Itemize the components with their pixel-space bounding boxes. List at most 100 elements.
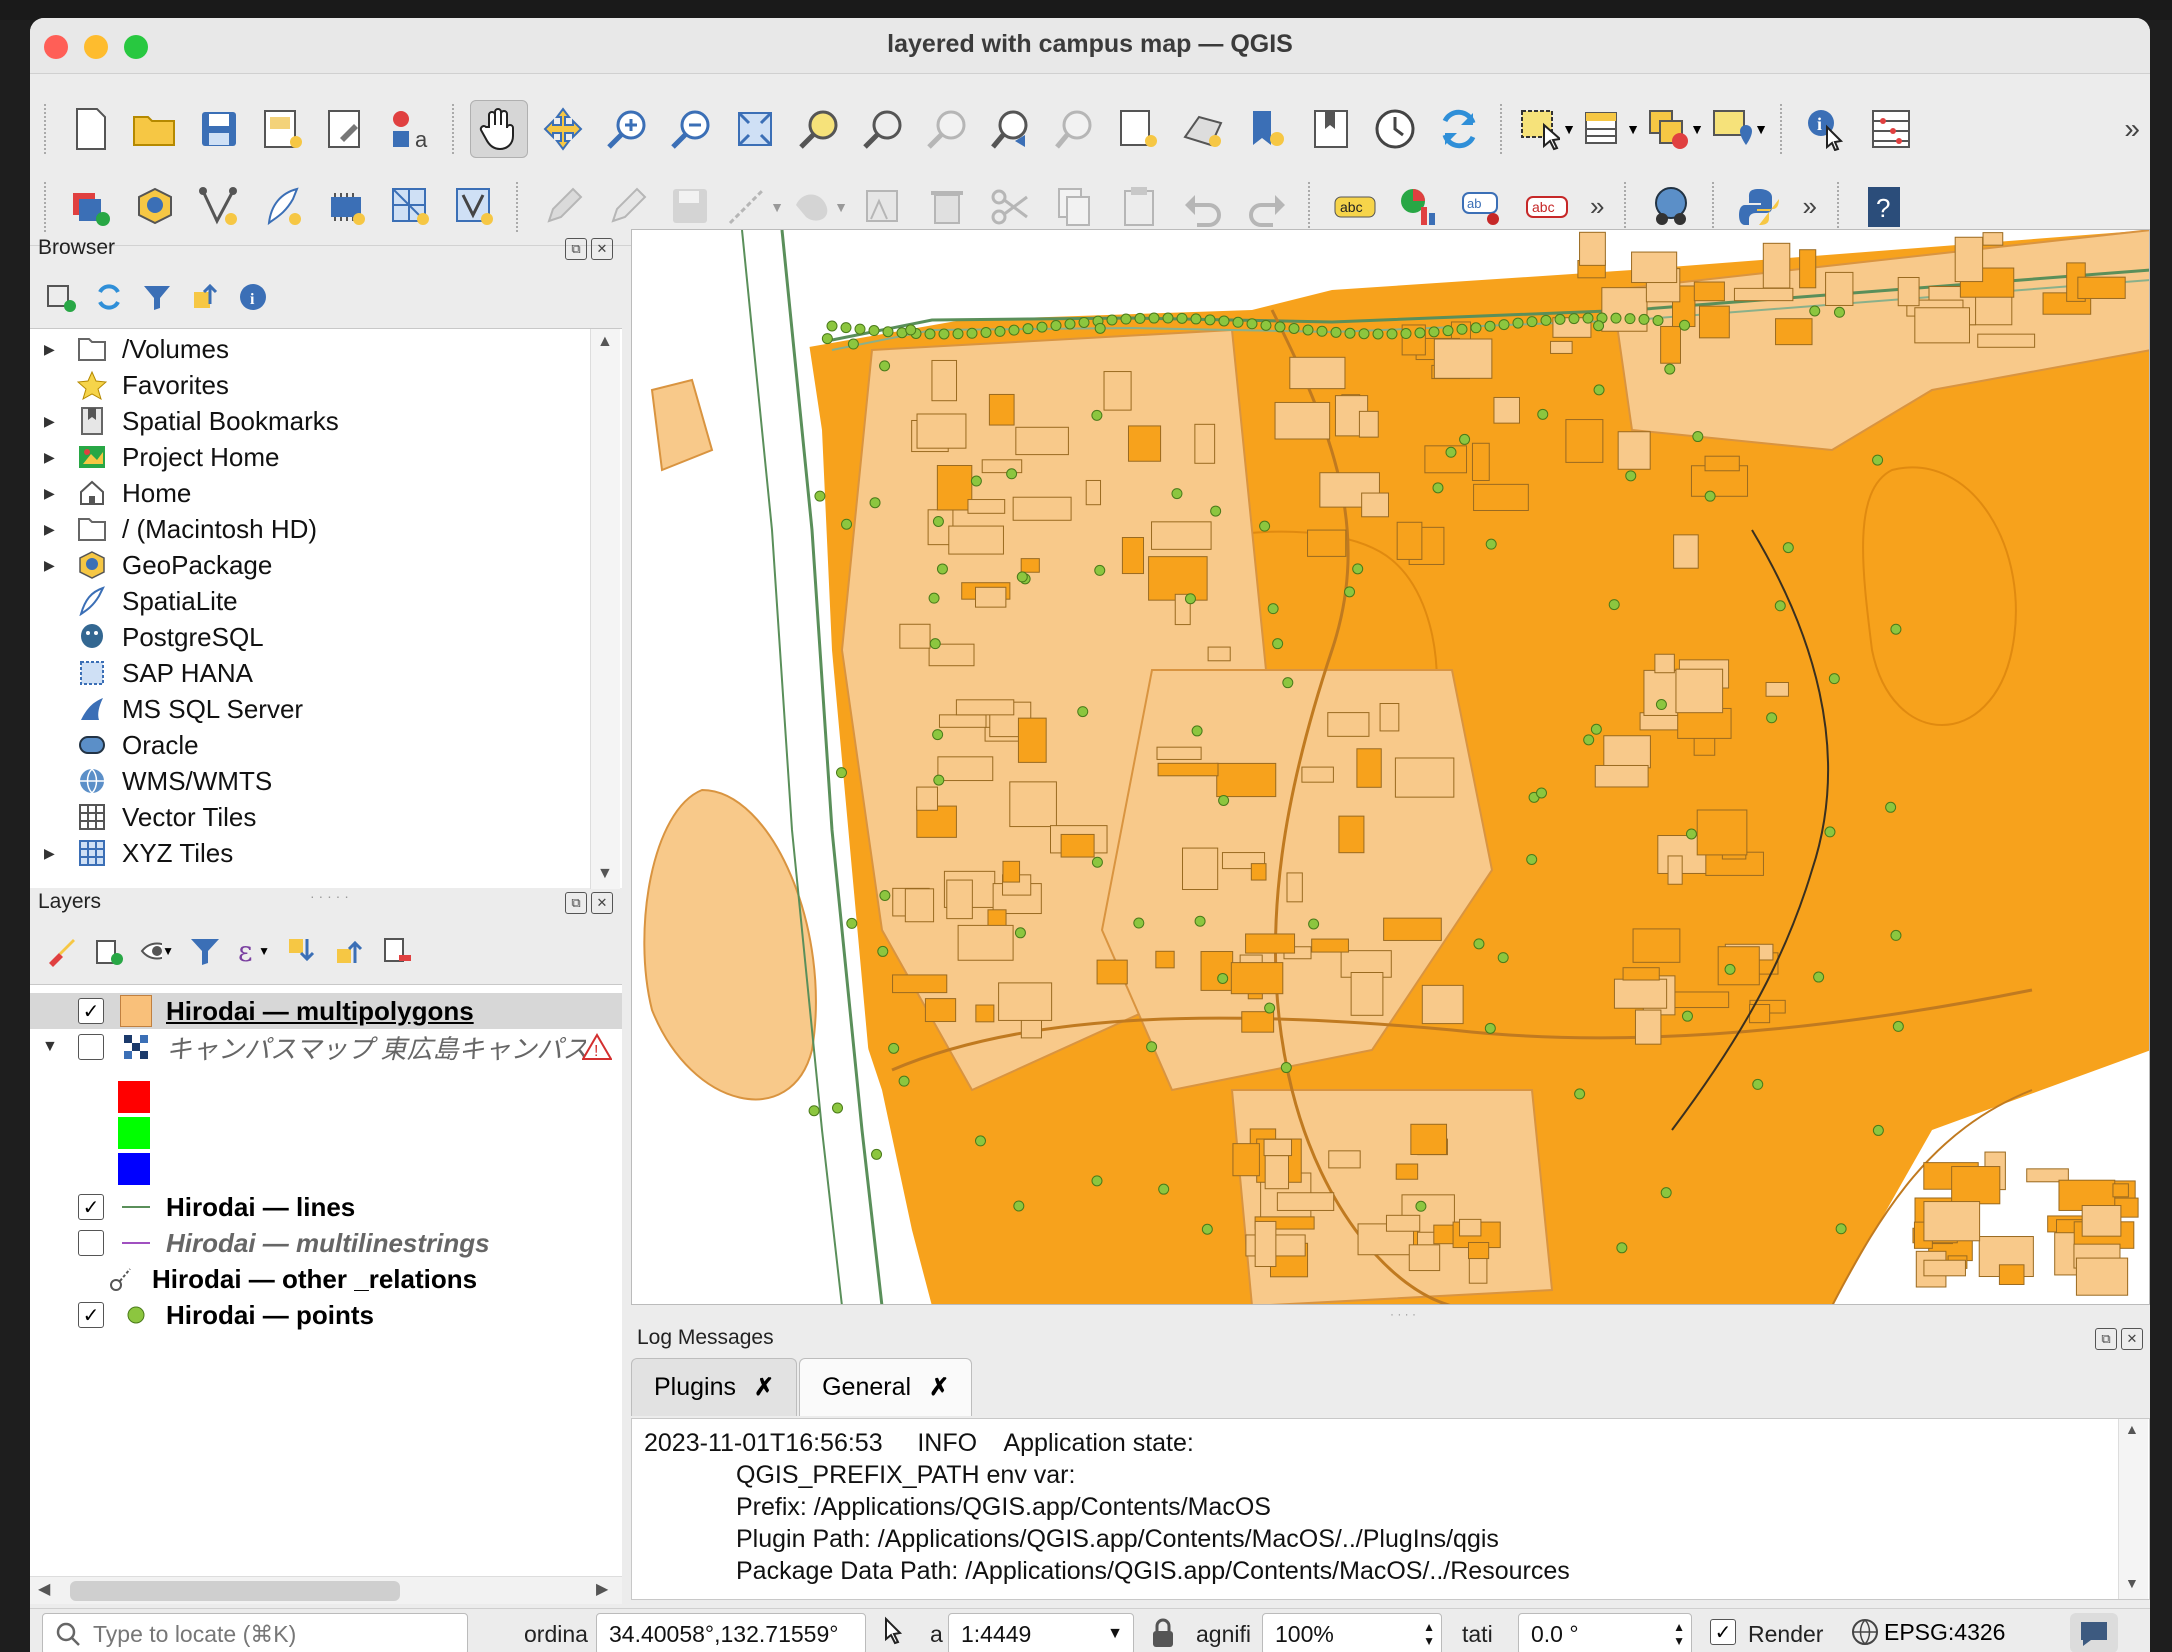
browser-item[interactable]: ▶ Project Home <box>30 439 280 475</box>
new-map-view-button[interactable] <box>1110 100 1168 158</box>
close-panel-icon[interactable]: ✕ <box>2121 1328 2143 1350</box>
show-unplaced-labels-button[interactable]: abc <box>1518 178 1576 236</box>
toolbar-overflow-icon[interactable]: » <box>1802 191 1816 222</box>
browser-item[interactable]: ▶ Home <box>30 475 191 511</box>
expand-arrow-icon[interactable]: ▶ <box>44 485 58 502</box>
save-project-button[interactable] <box>190 100 248 158</box>
style-manager-button[interactable]: a <box>382 100 440 158</box>
layer-row[interactable]: Hirodai — multilinestrings <box>30 1225 490 1261</box>
copy-features-button[interactable] <box>1046 178 1104 236</box>
crs-button[interactable]: EPSG:4326 <box>1850 1617 2005 1647</box>
browser-item[interactable]: PostgreSQL <box>30 619 264 655</box>
zoom-to-layer-button[interactable] <box>854 100 912 158</box>
select-features-button[interactable]: ▼ <box>1518 100 1576 158</box>
lock-scale-button[interactable] <box>1150 1617 1176 1652</box>
layer-row[interactable]: ✓ Hirodai — lines <box>30 1189 355 1225</box>
rotation-spinbox[interactable]: 0.0 ° ▲ ▼ <box>1518 1613 1692 1652</box>
scroll-thumb[interactable] <box>70 1581 400 1601</box>
toolbar-overflow-icon[interactable]: » <box>2124 113 2140 145</box>
layers-horizontal-scrollbar[interactable]: ◀ ▶ <box>30 1576 622 1604</box>
expand-arrow-icon[interactable]: ▶ <box>44 845 58 862</box>
layer-row[interactable]: ▼ キャンパスマップ 東広島キャンパス 2 ! <box>30 1029 612 1065</box>
splitter-handle[interactable]: · · · · · <box>310 888 349 904</box>
browser-item[interactable]: SAP HANA <box>30 655 253 691</box>
label-toolbar-button[interactable]: abc <box>1326 178 1384 236</box>
messages-button[interactable] <box>2070 1613 2118 1652</box>
filter-legend-expression-button[interactable]: ε ▼ <box>236 934 270 968</box>
zoom-last-button[interactable] <box>982 100 1040 158</box>
add-group-button[interactable] <box>92 934 126 968</box>
delete-selected-button[interactable] <box>918 178 976 236</box>
temporal-controller-button[interactable] <box>1366 100 1424 158</box>
new-spatialite-layer-button[interactable] <box>254 178 312 236</box>
layer-visibility-checkbox[interactable] <box>78 1034 104 1060</box>
layer-visibility-checkbox[interactable]: ✓ <box>78 1194 104 1220</box>
cut-features-button[interactable] <box>982 178 1040 236</box>
browser-item[interactable]: MS SQL Server <box>30 691 303 727</box>
close-tab-icon[interactable]: ✗ <box>929 1373 949 1402</box>
browser-item[interactable]: ▶ /Volumes <box>30 331 229 367</box>
layer-row[interactable]: ✓ Hirodai — multipolygons <box>30 993 622 1029</box>
layer-visibility-checkbox[interactable]: ✓ <box>78 998 104 1024</box>
zoom-in-button[interactable] <box>598 100 656 158</box>
render-checkbox[interactable]: ✓ <box>1710 1619 1736 1645</box>
expand-arrow-icon[interactable]: ▼ <box>42 1038 68 1056</box>
remove-layer-button[interactable] <box>380 934 414 968</box>
expand-arrow-icon[interactable]: ▶ <box>44 557 58 574</box>
new-project-button[interactable] <box>62 100 120 158</box>
save-layer-edits-button[interactable] <box>662 178 720 236</box>
zoom-to-selection-button[interactable] <box>790 100 848 158</box>
map-render[interactable] <box>632 230 2150 1305</box>
toolbar-overflow-icon[interactable]: » <box>1590 191 1604 222</box>
browser-item[interactable]: ▶ XYZ Tiles <box>30 835 233 871</box>
current-edits-button[interactable] <box>598 178 656 236</box>
show-bookmarks-button[interactable] <box>1302 100 1360 158</box>
collapse-all-button[interactable] <box>188 280 222 314</box>
add-selected-layers-button[interactable] <box>44 280 78 314</box>
log-text-area[interactable]: 2023-11-01T16:56:53 INFO Application sta… <box>631 1418 2150 1600</box>
layer-row[interactable]: ✓ Hirodai — points <box>30 1297 374 1333</box>
layer-visibility-checkbox[interactable]: ✓ <box>78 1302 104 1328</box>
new-3d-view-button[interactable] <box>1174 100 1232 158</box>
close-tab-icon[interactable]: ✗ <box>754 1373 774 1402</box>
browser-item[interactable]: Vector Tiles <box>30 799 256 835</box>
layer-visibility-checkbox[interactable] <box>78 1230 104 1256</box>
data-source-manager-button[interactable] <box>62 178 120 236</box>
open-layer-styling-button[interactable] <box>44 934 78 968</box>
browser-item[interactable]: SpatiaLite <box>30 583 238 619</box>
scroll-up-icon[interactable]: ▲ <box>2125 1421 2139 1437</box>
properties-button[interactable]: i <box>236 280 270 314</box>
browser-item[interactable]: ▶ Spatial Bookmarks <box>30 403 339 439</box>
field-calculator-button[interactable] <box>1862 100 1920 158</box>
help-button[interactable]: ? <box>1855 178 1913 236</box>
expand-arrow-icon[interactable]: ▶ <box>44 521 58 538</box>
new-mesh-layer-button[interactable] <box>446 178 504 236</box>
float-panel-icon[interactable]: ⧉ <box>2095 1328 2117 1350</box>
browser-item[interactable]: ▶ GeoPackage <box>30 547 272 583</box>
identify-features-button[interactable]: i <box>1798 100 1856 158</box>
browser-item[interactable]: WMS/WMTS <box>30 763 272 799</box>
expand-arrow-icon[interactable]: ▶ <box>44 449 58 466</box>
paste-features-button[interactable] <box>1110 178 1168 236</box>
close-panel-icon[interactable]: ✕ <box>591 238 613 260</box>
filter-legend-button[interactable] <box>188 934 222 968</box>
manage-themes-button[interactable]: ▼ <box>140 934 174 968</box>
toolbar-grip[interactable] <box>44 181 50 232</box>
scroll-down-icon[interactable]: ▼ <box>2125 1575 2139 1591</box>
pan-map-button[interactable] <box>470 100 528 158</box>
toggle-editing-button[interactable] <box>534 178 592 236</box>
tab-plugins[interactable]: Plugins ✗ <box>631 1358 798 1416</box>
filter-browser-button[interactable] <box>140 280 174 314</box>
layout-manager-button[interactable] <box>318 100 376 158</box>
zoom-out-button[interactable] <box>662 100 720 158</box>
expand-arrow-icon[interactable]: ▶ <box>44 341 58 358</box>
open-project-button[interactable] <box>126 100 184 158</box>
magnifier-spinbox[interactable]: 100% ▲ ▼ <box>1262 1613 1442 1652</box>
spinner-arrows-icon[interactable]: ▲ ▼ <box>1423 1620 1435 1648</box>
digitize-button[interactable]: ▼ <box>726 178 784 236</box>
python-console-button[interactable] <box>1730 178 1788 236</box>
scroll-up-icon[interactable]: ▲ <box>597 333 613 351</box>
modify-attributes-button[interactable] <box>854 178 912 236</box>
metasearch-button[interactable] <box>1642 178 1700 236</box>
new-temporary-layer-button[interactable] <box>318 178 376 236</box>
